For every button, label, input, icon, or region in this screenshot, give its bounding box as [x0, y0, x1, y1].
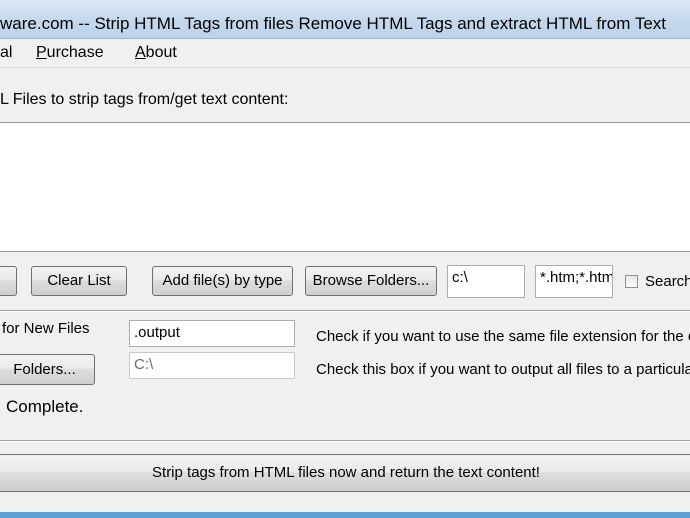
- menu-accel-p: P: [36, 44, 47, 61]
- title-bar[interactable]: ware.com -- Strip HTML Tags from files R…: [0, 0, 690, 39]
- clear-list-button[interactable]: Clear List: [31, 266, 127, 296]
- menu-item-partial-label: al: [0, 44, 13, 61]
- output-folder-check-label: Check this box if you want to output all…: [316, 361, 690, 378]
- menu-item-purchase-label: urchase: [46, 44, 104, 61]
- search-subfolders-checkbox[interactable]: [625, 275, 638, 288]
- taskbar-strip: [0, 512, 690, 518]
- add-files-by-type-button[interactable]: Add file(s) by type: [152, 266, 293, 296]
- files-prompt-label: L Files to strip tags from/get text cont…: [0, 91, 289, 108]
- new-files-label: for New Files: [2, 320, 90, 337]
- search-subfolders-label: Search: [645, 273, 690, 290]
- menu-item-purchase[interactable]: Purchase: [36, 44, 104, 62]
- folder-path-input[interactable]: c:\: [447, 265, 525, 298]
- browse-folders-button[interactable]: Browse Folders...: [305, 266, 437, 296]
- output-folder-input[interactable]: C:\: [129, 352, 295, 379]
- menu-bar: al Purchase About: [0, 39, 690, 68]
- application-window: ware.com -- Strip HTML Tags from files R…: [0, 0, 690, 512]
- menu-item-about-label: bout: [145, 44, 177, 61]
- file-list[interactable]: [0, 122, 690, 252]
- output-extension-input[interactable]: .output: [129, 320, 295, 347]
- output-folders-button[interactable]: Folders...: [0, 354, 95, 385]
- menu-accel-a: A: [135, 44, 146, 61]
- divider-bottom: [0, 440, 690, 442]
- add-files-button-partial[interactable]: [0, 266, 17, 296]
- status-text: Complete.: [6, 397, 84, 416]
- divider-top: [0, 310, 690, 312]
- strip-tags-run-button[interactable]: Strip tags from HTML files now and retur…: [0, 454, 690, 492]
- window-title: ware.com -- Strip HTML Tags from files R…: [0, 14, 667, 33]
- same-extension-check-label: Check if you want to use the same file e…: [316, 328, 690, 345]
- file-filter-input[interactable]: *.htm;*.htm: [535, 265, 613, 298]
- menu-item-partial[interactable]: al: [0, 44, 12, 62]
- menu-item-about[interactable]: About: [135, 44, 177, 62]
